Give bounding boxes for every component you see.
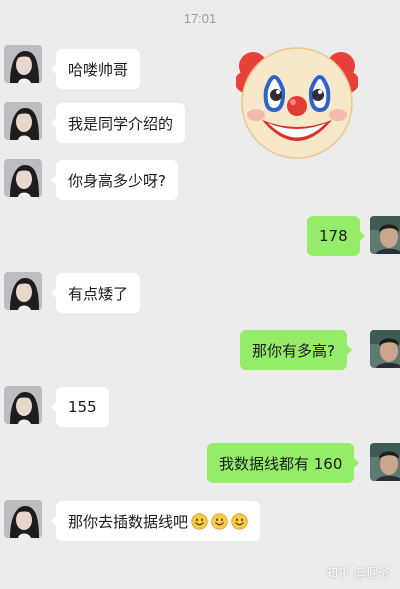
- user-avatar[interactable]: [370, 330, 400, 368]
- contact-avatar[interactable]: [4, 45, 42, 83]
- message-bubble-incoming[interactable]: 有点矮了: [50, 273, 141, 313]
- smile-emoji-icon: [231, 513, 248, 530]
- smile-emoji-icon: [191, 513, 208, 530]
- message-bubble-incoming[interactable]: 我是同学介绍的: [50, 103, 186, 143]
- message-bubble-incoming[interactable]: 哈喽帅哥: [50, 49, 141, 89]
- message-bubble-outgoing[interactable]: 那你有多高?: [240, 330, 352, 370]
- message-text: 那你去插数据线吧: [68, 512, 189, 531]
- message-bubble-incoming[interactable]: 你身高多少呀?: [51, 160, 178, 200]
- message-bubble-incoming[interactable]: 那你去插数据线吧: [50, 501, 261, 541]
- message-text: 有点矮了: [68, 284, 129, 303]
- message-text: 哈喽帅哥: [68, 60, 129, 79]
- message-timestamp: 17:01: [183, 11, 217, 26]
- contact-avatar[interactable]: [4, 500, 42, 538]
- message-text: 155: [68, 398, 97, 416]
- contact-avatar[interactable]: [4, 102, 42, 140]
- contact-avatar[interactable]: [4, 272, 42, 310]
- watermark: 知乎 @倔爷: [326, 566, 390, 580]
- contact-avatar[interactable]: [4, 386, 42, 424]
- message-bubble-outgoing[interactable]: 178: [307, 216, 365, 256]
- message-text: 我是同学介绍的: [68, 114, 174, 133]
- message-text: 我数据线都有 160: [219, 454, 343, 473]
- user-avatar[interactable]: [370, 443, 400, 481]
- message-text: 178: [319, 227, 348, 245]
- message-bubble-incoming[interactable]: 155: [51, 387, 109, 427]
- contact-avatar[interactable]: [4, 159, 42, 197]
- message-text: 你身高多少呀?: [68, 171, 166, 190]
- message-bubble-outgoing[interactable]: 我数据线都有 160: [207, 443, 360, 483]
- user-avatar[interactable]: [370, 216, 400, 254]
- message-text: 那你有多高?: [252, 341, 335, 360]
- smile-emoji-icon: [211, 513, 228, 530]
- clown-face-icon[interactable]: [236, 40, 358, 162]
